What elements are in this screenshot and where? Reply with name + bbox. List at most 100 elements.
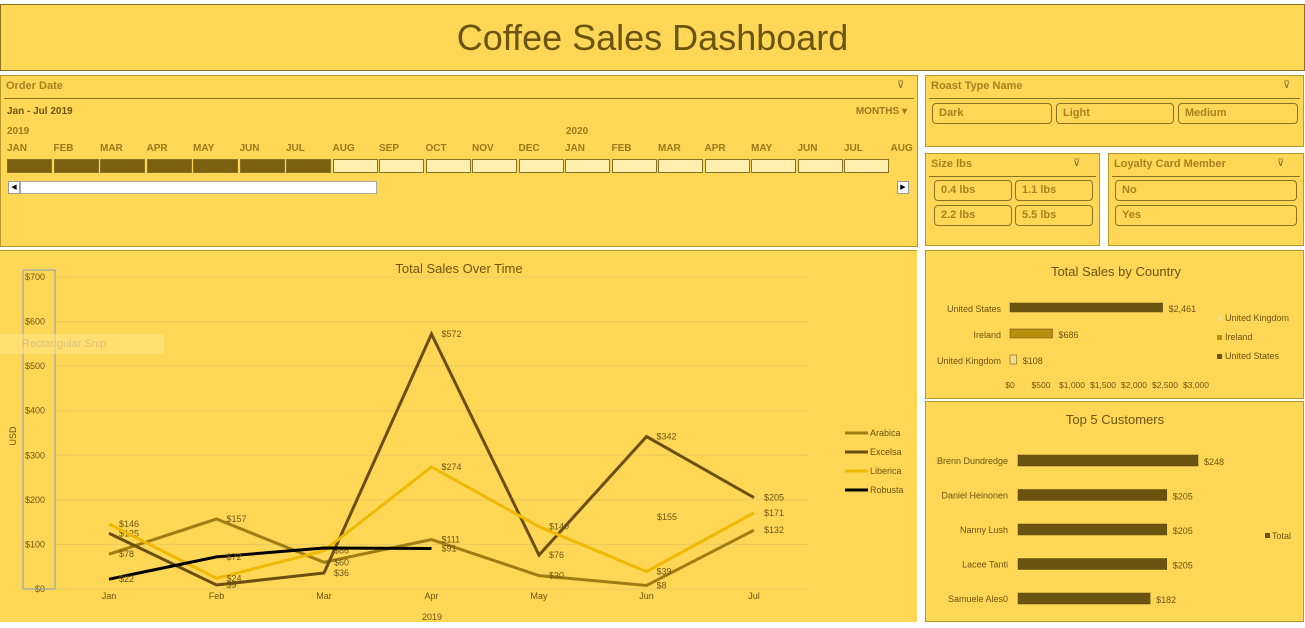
timeline-month-label: APR (146, 143, 168, 154)
order-date-timeline[interactable]: Order Date ⊽ Jan - Jul 2019 MONTHS ▾ 201… (0, 75, 918, 247)
timeline-month-cell[interactable] (704, 159, 750, 173)
timeline-month-cell[interactable] (844, 159, 889, 173)
timeline-month-label: APR (704, 143, 726, 154)
loyalty-item-no[interactable]: No (1115, 180, 1297, 201)
data-label: $248 (1204, 457, 1224, 467)
timeline-month-label: DEC (518, 143, 540, 154)
legend-entry: Liberica (870, 466, 902, 476)
customer-bar (1017, 454, 1199, 467)
timeline-scrollbar[interactable]: ◀ ▶ (6, 181, 911, 194)
timeline-month-label: FEB (611, 143, 632, 154)
clear-filter-icon[interactable]: ⊽ (1277, 158, 1291, 170)
legend-swatch (1217, 316, 1222, 321)
scroll-thumb[interactable] (20, 181, 377, 194)
title-panel: Coffee Sales Dashboard (0, 4, 1305, 71)
timeline-month-cell[interactable] (100, 159, 145, 173)
customer-bar (1017, 592, 1151, 605)
data-label: $76 (549, 550, 564, 560)
timeline-month-cell[interactable] (518, 159, 564, 173)
category-label: Lacee Tanti (962, 560, 1008, 570)
data-label: $78 (119, 549, 134, 559)
country-bar (1009, 328, 1053, 339)
size-header: Size lbs (931, 158, 972, 170)
data-label: $155 (657, 512, 677, 522)
timeline-period-select[interactable]: MONTHS ▾ (856, 106, 907, 117)
size-slicer: Size lbs ⊽ 0.4 lbs 1.1 lbs 2.2 lbs 5.5 l… (925, 153, 1100, 246)
timeline-month-cell[interactable] (472, 159, 517, 173)
timeline-month-cell[interactable] (7, 159, 52, 173)
timeline-month-cell[interactable] (146, 159, 192, 173)
x-tick-label: $1,000 (1059, 380, 1085, 390)
timeline-month-cell[interactable] (193, 159, 238, 173)
timeline-month-cell[interactable] (611, 159, 657, 173)
timeline-month-label: JUN (239, 143, 260, 154)
roast-item-dark[interactable]: Dark (932, 103, 1052, 124)
x-tick-label: Feb (209, 591, 225, 601)
customers-chart-svg: Top 5 Customers Brenn Dundredge $248 Daniel… (937, 412, 1291, 605)
country-chart-svg: Total Sales by Country $0 $500 $1,000 $1,500… (937, 264, 1289, 390)
year-label-2020: 2020 (566, 126, 589, 137)
timeline-range: Jan - Jul 2019 (7, 106, 73, 117)
x-tick-label: $2,500 (1152, 380, 1178, 390)
timeline-month-label: JAN (565, 143, 586, 154)
x-tick-label: Jun (639, 591, 654, 601)
x-tick-label: May (530, 591, 548, 601)
roast-item-light[interactable]: Light (1056, 103, 1174, 124)
category-label: Brenn Dundredge (937, 456, 1008, 466)
loyalty-item-yes[interactable]: Yes (1115, 205, 1297, 226)
clear-filter-icon[interactable]: ⊽ (1283, 80, 1297, 92)
sales-by-country-chart[interactable]: Total Sales by Country $0 $500 $1,000 $1,500… (925, 250, 1304, 399)
timeline-month-label: MAR (100, 143, 123, 154)
roast-header: Roast Type Name (931, 80, 1023, 92)
sales-over-time-chart[interactable]: Total Sales Over Time $0 $100 $200 $300 $400 $… (0, 250, 917, 622)
timeline-month-cell[interactable] (286, 159, 331, 173)
timeline-month-label: JUL (286, 143, 305, 154)
timeline-month-cell[interactable] (53, 159, 99, 173)
data-label: $205 (1173, 561, 1193, 571)
data-label: $72 (227, 552, 242, 562)
data-label: $91 (442, 543, 457, 553)
clear-filter-icon[interactable]: ⊽ (897, 80, 911, 92)
legend-entry: Excelsa (870, 447, 902, 457)
data-label: $146 (119, 519, 139, 529)
timeline-month-cell[interactable] (565, 159, 610, 173)
timeline-month-label: AUG (890, 143, 913, 154)
line-chart-title: Total Sales Over Time (395, 261, 522, 276)
data-label: $140 (549, 522, 569, 532)
timeline-month-cell[interactable] (797, 159, 843, 173)
size-item-1-1[interactable]: 1.1 lbs (1015, 180, 1093, 201)
top-customers-chart[interactable]: Top 5 Customers Brenn Dundredge $248 Daniel… (925, 401, 1304, 622)
timeline-month-cell[interactable] (658, 159, 703, 173)
size-item-2-2[interactable]: 2.2 lbs (934, 205, 1012, 226)
scroll-right-icon[interactable]: ▶ (897, 181, 909, 194)
data-label: $274 (442, 462, 462, 472)
timeline-month-cell[interactable] (332, 159, 378, 173)
legend-swatch (1217, 354, 1222, 359)
size-item-5-5[interactable]: 5.5 lbs (1015, 205, 1093, 226)
data-label: $60 (334, 557, 349, 567)
data-label: $30 (549, 571, 564, 581)
data-label: $36 (334, 568, 349, 578)
timeline-month-cell[interactable] (239, 159, 285, 173)
roast-item-medium[interactable]: Medium (1178, 103, 1298, 124)
timeline-month-cell[interactable] (751, 159, 796, 173)
dashboard-title: Coffee Sales Dashboard (456, 17, 849, 58)
data-label: $171 (764, 508, 784, 518)
data-label: $205 (1173, 526, 1193, 536)
legend-entry: Ireland (1225, 332, 1253, 342)
category-label: United States (947, 304, 1002, 314)
x-tick-label: $500 (1032, 380, 1051, 390)
data-label: $22 (119, 574, 134, 584)
timeline-month-label: JUN (797, 143, 818, 154)
scroll-left-icon[interactable]: ◀ (8, 181, 20, 194)
timeline-month-cell[interactable] (379, 159, 424, 173)
data-label: $205 (764, 493, 784, 503)
size-item-0-4[interactable]: 0.4 lbs (934, 180, 1012, 201)
timeline-month-cell[interactable] (425, 159, 471, 173)
legend-entry: Total (1272, 531, 1291, 541)
clear-filter-icon[interactable]: ⊽ (1073, 158, 1087, 170)
timeline-month-label: MAY (751, 143, 773, 154)
timeline-month-label: AUG (332, 143, 355, 154)
timeline-month-label: SEP (379, 143, 400, 154)
x-tick-label: $1,500 (1090, 380, 1116, 390)
